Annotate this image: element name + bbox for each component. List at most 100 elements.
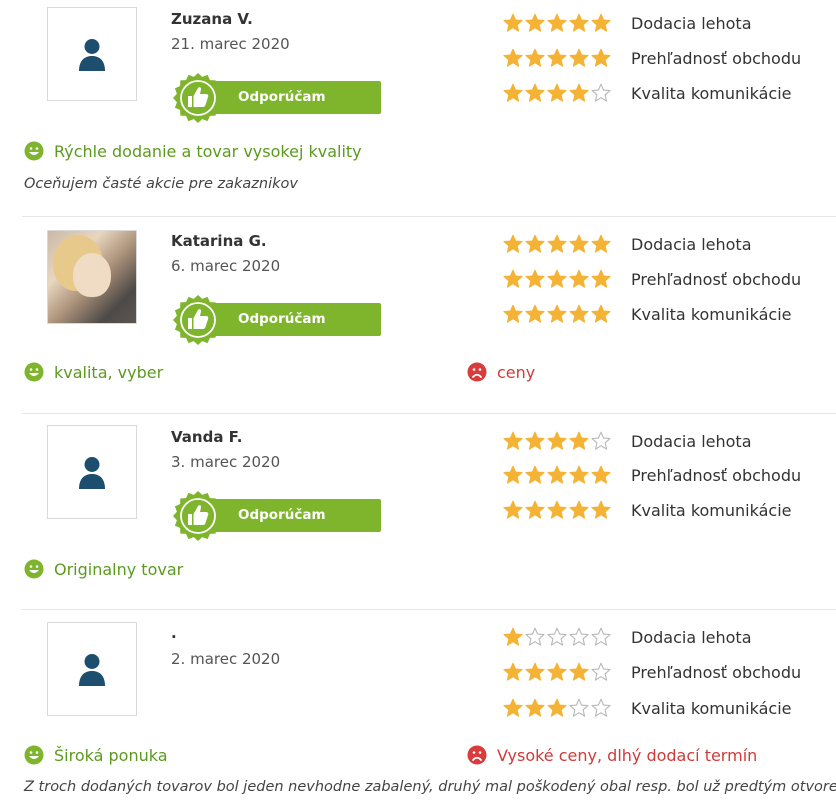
star-rating — [503, 13, 611, 33]
rating-label: Kvalita komunikácie — [631, 699, 792, 718]
happy-face-icon — [24, 141, 44, 161]
star-filled-icon — [503, 234, 523, 253]
star-filled-icon — [547, 48, 567, 67]
divider — [22, 609, 836, 610]
sad-face-icon — [467, 362, 487, 382]
star-filled-icon — [503, 269, 523, 288]
star-rating — [503, 627, 611, 647]
star-empty-icon — [591, 662, 611, 681]
reviewer-name: Zuzana V. — [171, 10, 253, 28]
thumbs-up-icon — [173, 73, 223, 123]
star-filled-icon — [503, 48, 523, 67]
star-filled-icon — [569, 269, 589, 288]
happy-face-icon — [24, 362, 44, 382]
star-filled-icon — [547, 269, 567, 288]
reviewer-name: . — [171, 624, 177, 642]
star-filled-icon — [503, 304, 523, 323]
thumbs-up-icon — [173, 295, 223, 345]
recommend-badge: Odporúčam obchod — [173, 73, 381, 138]
star-empty-icon — [547, 627, 567, 646]
star-filled-icon — [503, 465, 523, 484]
divider — [22, 413, 836, 414]
star-filled-icon — [525, 234, 545, 253]
star-filled-icon — [569, 465, 589, 484]
thumbs-up-icon — [173, 491, 223, 541]
star-filled-icon — [591, 465, 611, 484]
star-filled-icon — [525, 698, 545, 717]
review-date: 21. marec 2020 — [171, 35, 290, 53]
review-comment: Oceňujem časté akcie pre zakaznikov — [24, 176, 298, 192]
star-filled-icon — [525, 83, 545, 102]
star-filled-icon — [569, 662, 589, 681]
reviewer-name: Katarina G. — [171, 232, 267, 250]
star-filled-icon — [525, 431, 545, 450]
recommend-badge: Odporúčam obchod — [173, 491, 381, 556]
star-filled-icon — [547, 662, 567, 681]
avatar — [47, 425, 137, 519]
rating-label: Prehľadnosť obchodu — [631, 270, 802, 289]
rating-label: Dodacia lehota — [631, 628, 752, 647]
star-filled-icon — [547, 83, 567, 102]
star-rating — [503, 83, 611, 103]
positive-point: kvalita, vyber — [24, 362, 163, 382]
negative-text: Vysoké ceny, dlhý dodací termín — [497, 745, 758, 765]
positive-point: Originalny tovar — [24, 559, 183, 579]
star-rating — [503, 304, 611, 324]
star-filled-icon — [525, 465, 545, 484]
divider — [22, 216, 836, 217]
star-filled-icon — [525, 13, 545, 32]
star-filled-icon — [569, 83, 589, 102]
positive-point: Rýchle dodanie a tovar vysokej kvality — [24, 141, 362, 161]
star-filled-icon — [569, 500, 589, 519]
user-silhouette-icon — [79, 654, 105, 686]
rating-label: Dodacia lehota — [631, 432, 752, 451]
star-filled-icon — [503, 698, 523, 717]
star-empty-icon — [591, 83, 611, 102]
star-filled-icon — [569, 431, 589, 450]
star-filled-icon — [503, 662, 523, 681]
rating-label: Dodacia lehota — [631, 14, 752, 33]
rating-label: Kvalita komunikácie — [631, 305, 792, 324]
star-filled-icon — [503, 500, 523, 519]
star-filled-icon — [591, 234, 611, 253]
rating-label: Prehľadnosť obchodu — [631, 49, 802, 68]
star-filled-icon — [591, 269, 611, 288]
user-silhouette-icon — [79, 39, 105, 71]
star-filled-icon — [525, 269, 545, 288]
star-filled-icon — [591, 13, 611, 32]
rating-label: Kvalita komunikácie — [631, 501, 792, 520]
star-filled-icon — [591, 304, 611, 323]
star-filled-icon — [503, 431, 523, 450]
star-filled-icon — [569, 13, 589, 32]
positive-text: kvalita, vyber — [54, 362, 164, 382]
user-photo — [73, 253, 111, 297]
sad-face-icon — [467, 745, 487, 765]
review-date: 6. marec 2020 — [171, 257, 281, 275]
negative-point: ceny — [467, 362, 535, 382]
star-filled-icon — [569, 304, 589, 323]
star-rating — [503, 431, 611, 451]
star-filled-icon — [525, 500, 545, 519]
star-empty-icon — [569, 627, 589, 646]
positive-text: Široká ponuka — [54, 745, 168, 765]
star-empty-icon — [591, 627, 611, 646]
star-filled-icon — [569, 48, 589, 67]
star-empty-icon — [569, 698, 589, 717]
star-filled-icon — [503, 627, 523, 646]
star-filled-icon — [547, 304, 567, 323]
star-empty-icon — [525, 627, 545, 646]
rating-label: Dodacia lehota — [631, 235, 752, 254]
star-empty-icon — [591, 431, 611, 450]
star-filled-icon — [547, 431, 567, 450]
happy-face-icon — [24, 745, 44, 765]
positive-point: Široká ponuka — [24, 745, 168, 765]
avatar — [47, 622, 137, 716]
star-rating — [503, 465, 611, 485]
review-date: 2. marec 2020 — [171, 650, 281, 668]
review-date: 3. marec 2020 — [171, 453, 281, 471]
recommend-badge: Odporúčam obchod — [173, 295, 381, 360]
star-rating — [503, 698, 611, 718]
star-filled-icon — [547, 500, 567, 519]
star-rating — [503, 500, 611, 520]
reviewer-name: Vanda F. — [171, 428, 243, 446]
